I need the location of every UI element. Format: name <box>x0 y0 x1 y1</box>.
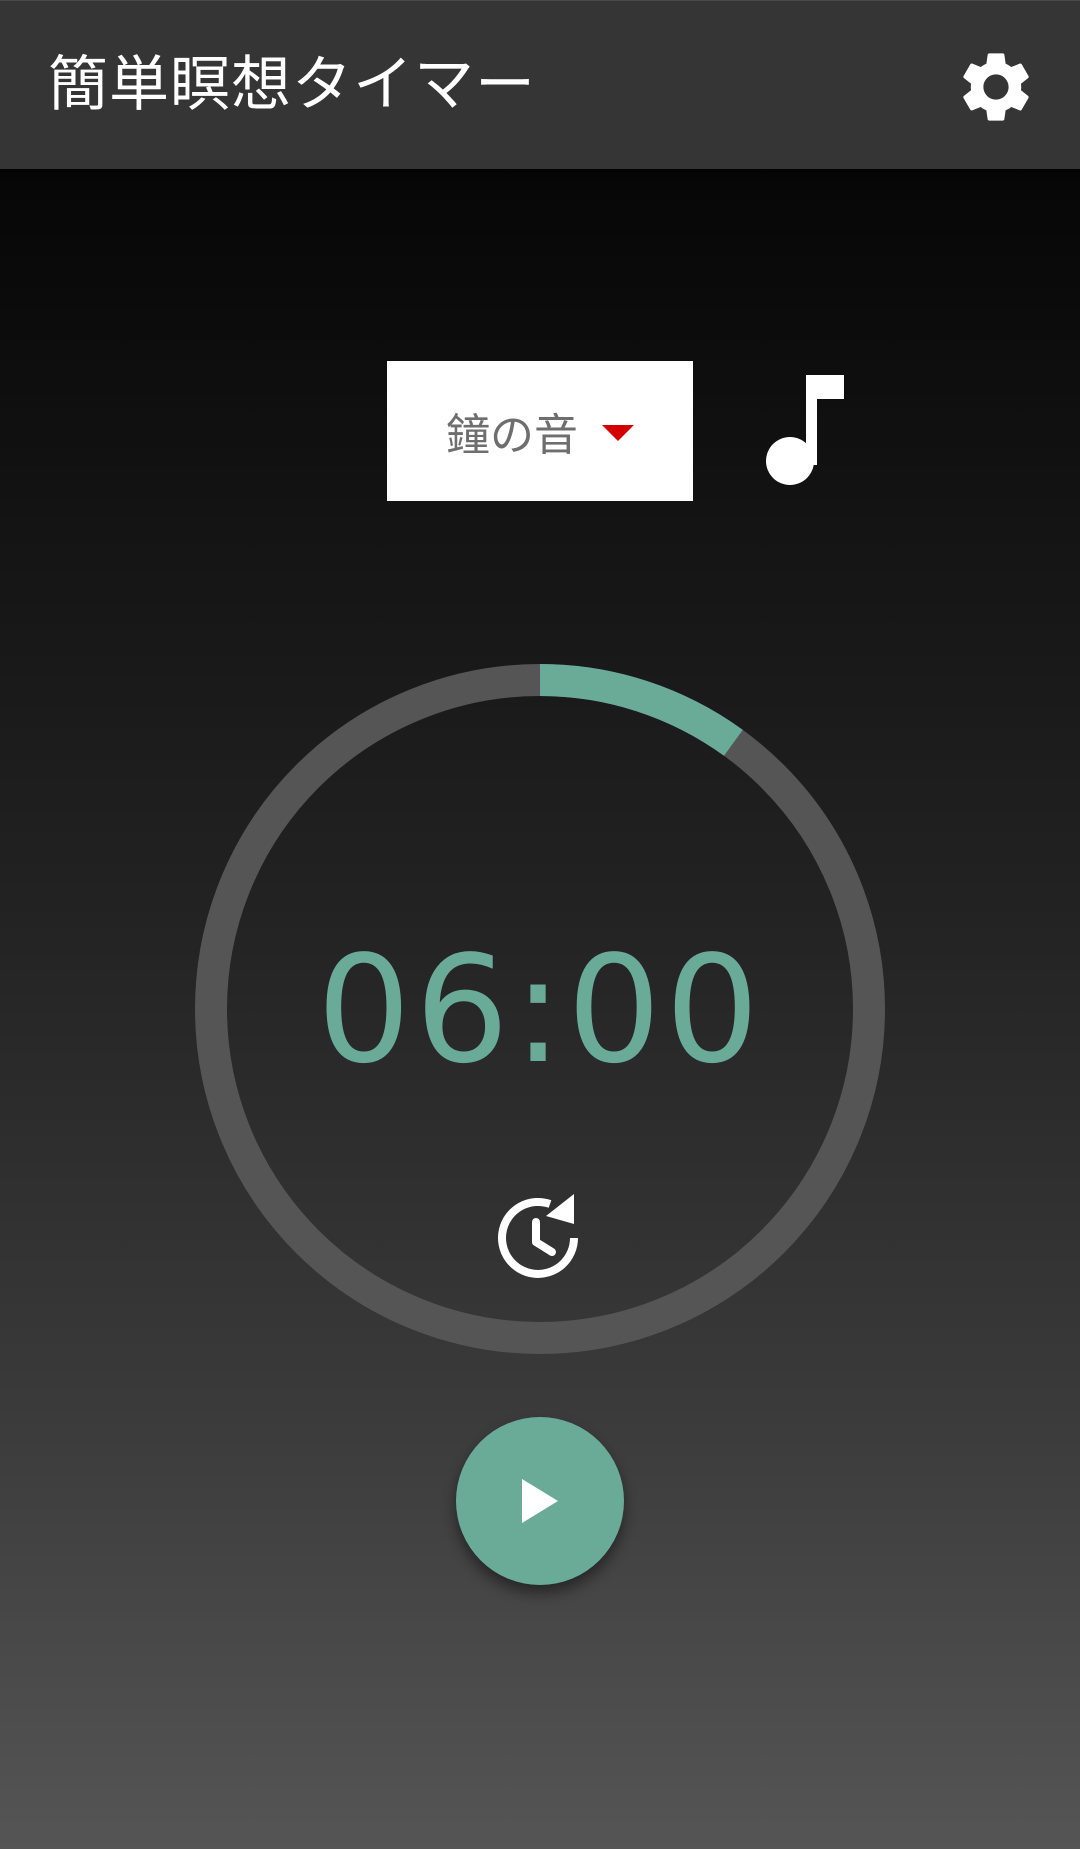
settings-button[interactable] <box>948 39 1044 135</box>
play-icon <box>522 1479 558 1523</box>
dropdown-arrow-icon <box>602 425 634 441</box>
music-note-icon <box>766 375 844 485</box>
timer-ring-progress <box>539 664 743 756</box>
sound-select[interactable]: 鐘の音 <box>387 361 693 501</box>
restore-clock-icon <box>498 1194 578 1278</box>
app-title: 簡単瞑想タイマー <box>48 50 536 120</box>
music-button[interactable] <box>744 366 864 496</box>
sound-select-value: 鐘の音 <box>446 410 578 461</box>
play-button[interactable] <box>456 1417 624 1585</box>
timer-display: 06:00 <box>316 924 764 1096</box>
app-bar: 簡単瞑想タイマー <box>0 0 1080 169</box>
reset-timer-button[interactable] <box>492 1190 588 1286</box>
gear-icon <box>963 53 1029 121</box>
